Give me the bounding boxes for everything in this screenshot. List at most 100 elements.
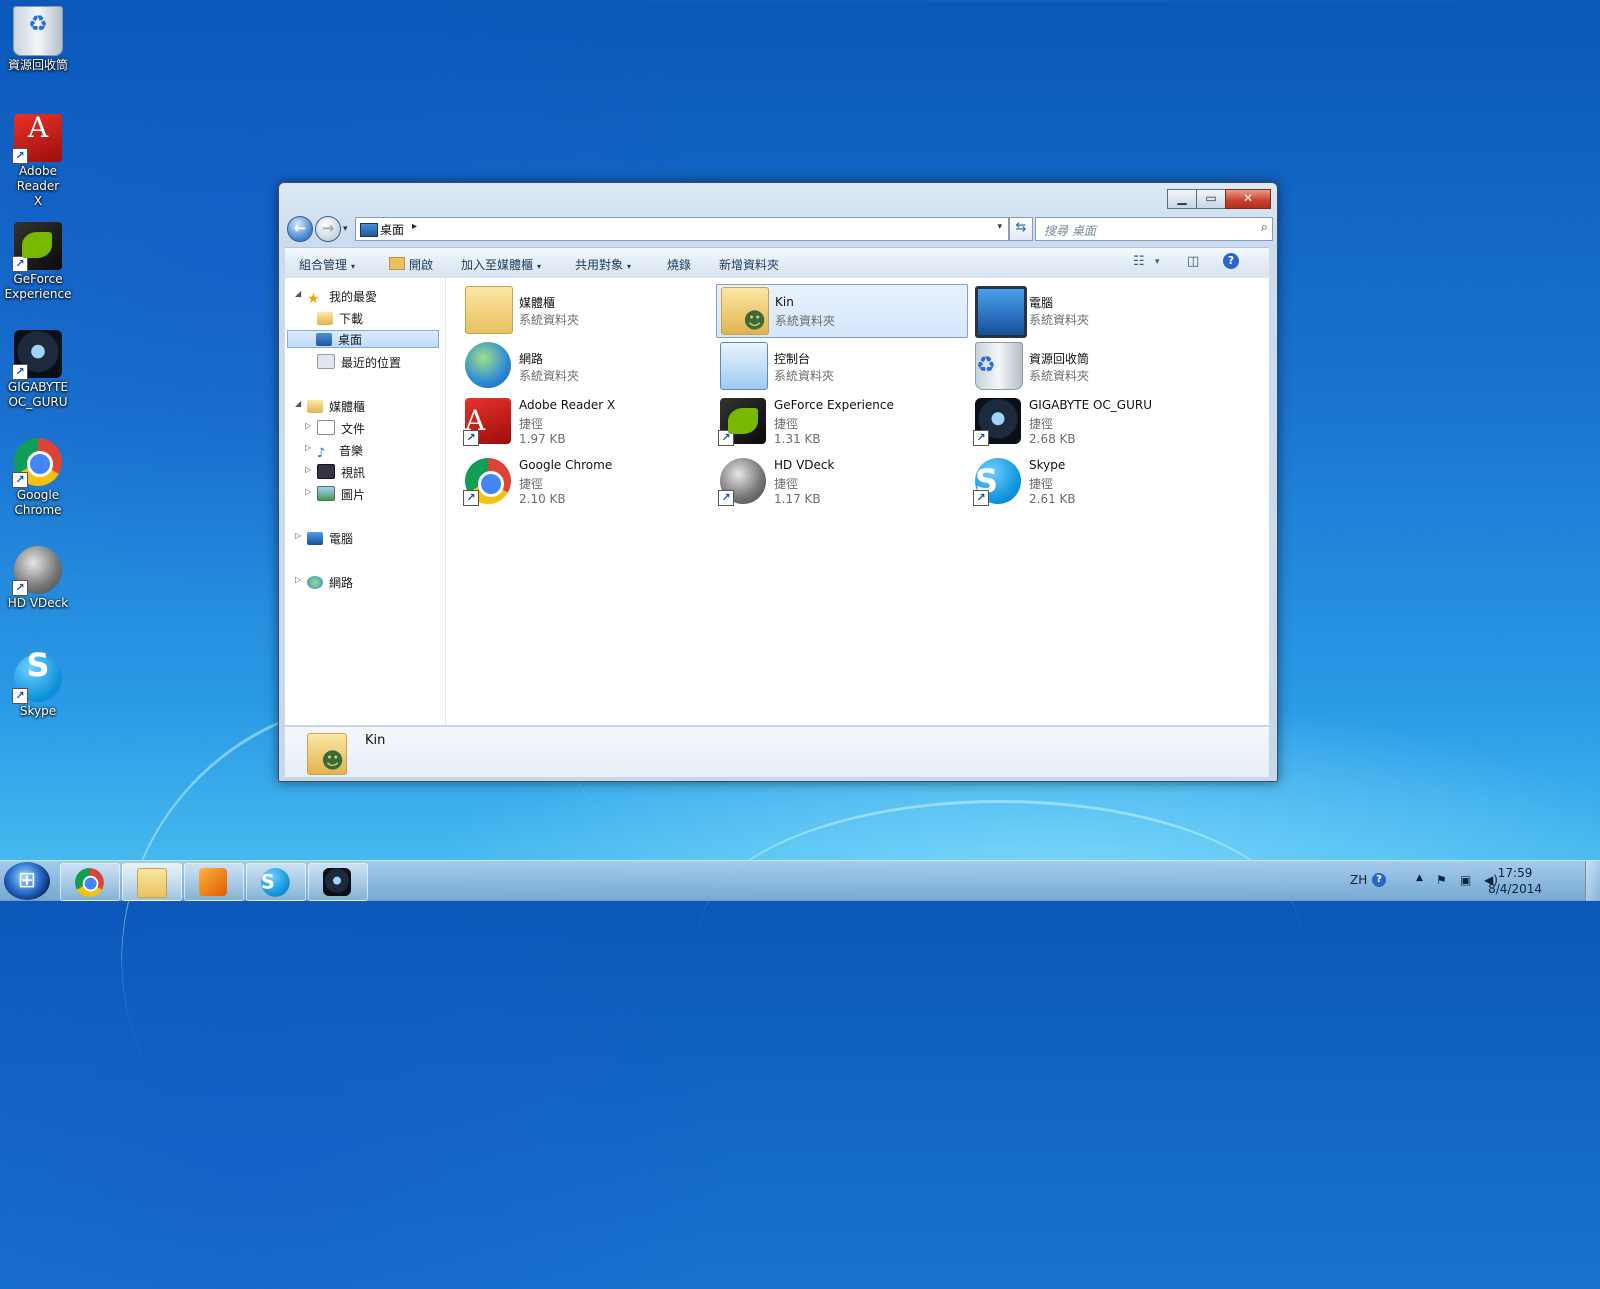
user-folder-icon: [307, 733, 347, 775]
tree-item-downloads[interactable]: 下載: [317, 310, 363, 327]
expanded-arrow-icon[interactable]: ◢: [295, 399, 301, 408]
file-name: Adobe Reader X: [519, 398, 616, 412]
collapsed-arrow-icon[interactable]: ▷: [305, 421, 311, 430]
collapsed-arrow-icon[interactable]: ▷: [305, 443, 311, 452]
file-item-selected[interactable]: Kin 系統資料夾: [716, 284, 968, 338]
file-item[interactable]: ↗ Adobe Reader X 捷徑1.97 KB: [461, 396, 711, 452]
help-icon[interactable]: ?: [1223, 253, 1239, 269]
tree-libraries[interactable]: ◢ 媒體櫃: [295, 398, 365, 415]
clock[interactable]: 17:59 8/4/2014: [1488, 865, 1542, 897]
start-button[interactable]: [4, 862, 50, 900]
action-center-flag-icon[interactable]: ⚑: [1436, 873, 1447, 887]
taskbar: ZH ? ▲ ⚑ ▣ ◀) 17:59 8/4/2014: [0, 860, 1600, 901]
search-input[interactable]: 搜尋 桌面 ⌕: [1035, 217, 1273, 241]
show-desktop-button[interactable]: [1585, 861, 1600, 901]
add-to-library-label: 加入至媒體櫃: [461, 258, 534, 272]
desktop-icon-recycle-bin[interactable]: 資源回收筒: [4, 6, 72, 73]
address-bar[interactable]: 桌面 ▸ ▾: [355, 217, 1009, 241]
tree-favorites[interactable]: ◢ ★ 我的最愛: [295, 288, 377, 307]
close-button[interactable]: ✕: [1225, 189, 1271, 209]
open-button[interactable]: 開啟: [389, 256, 433, 273]
desktop-icon-label: Skype: [19, 704, 57, 718]
taskbar-gigabyte[interactable]: [308, 863, 368, 901]
desktop-icon-label: 資源回收筒: [7, 58, 68, 72]
chrome-icon: [75, 868, 104, 897]
tree-label: 視訊: [341, 466, 366, 480]
file-type: 捷徑: [1029, 417, 1054, 431]
share-with-button[interactable]: 共用對象 ▾: [575, 256, 631, 273]
tree-item-recent-places[interactable]: 最近的位置: [317, 354, 401, 371]
address-breadcrumb[interactable]: 桌面: [380, 221, 404, 238]
downloads-folder-icon: [317, 312, 333, 325]
geforce-icon: ↗: [12, 222, 62, 272]
burn-button[interactable]: 燒錄: [667, 256, 691, 273]
gigabyte-icon: [323, 868, 351, 896]
tree-item-music[interactable]: ▷ ♪ 音樂: [305, 442, 363, 461]
network-status-icon[interactable]: ▣: [1460, 873, 1471, 887]
add-to-library-button[interactable]: 加入至媒體櫃 ▾: [461, 256, 541, 273]
desktop-icon-vdeck[interactable]: ↗ HD VDeck: [4, 546, 72, 611]
back-button[interactable]: ←: [287, 216, 313, 242]
file-item[interactable]: ↗ Google Chrome 捷徑 2.10 KB: [461, 456, 711, 512]
tree-item-desktop[interactable]: 桌面: [287, 330, 439, 348]
new-folder-button[interactable]: 新增資料夾: [719, 256, 779, 273]
desktop-icon-adobe-reader[interactable]: ↗ Adobe Reader X: [4, 114, 72, 209]
taskbar-chrome[interactable]: [60, 863, 120, 901]
language-indicator[interactable]: ZH: [1350, 873, 1367, 887]
file-item[interactable]: ↗ Skype 捷徑2.61 KB: [971, 456, 1221, 512]
file-item[interactable]: 電腦 系統資料夾: [971, 284, 1221, 338]
desktop-icon-chrome[interactable]: ↗ Google Chrome: [4, 438, 72, 518]
navigation-bar: ← → ▾ 桌面 ▸ ▾ ⇆ 搜尋 桌面 ⌕: [285, 215, 1273, 243]
tree-computer[interactable]: ▷ 電腦: [295, 530, 353, 547]
desktop-icon-gigabyte[interactable]: ↗ GIGABYTE OC_GURU: [4, 330, 72, 410]
tree-network[interactable]: ▷ 網路: [295, 574, 353, 591]
refresh-button[interactable]: ⇆: [1009, 217, 1033, 241]
breadcrumb-chevron-icon[interactable]: ▸: [412, 221, 417, 232]
preview-pane-icon[interactable]: ◫: [1187, 254, 1199, 269]
search-icon[interactable]: ⌕: [1261, 220, 1268, 235]
file-item[interactable]: 資源回收筒系統資料夾: [971, 340, 1221, 392]
show-hidden-icons-icon[interactable]: ▲: [1416, 873, 1423, 883]
collapsed-arrow-icon[interactable]: ▷: [305, 465, 311, 474]
collapsed-arrow-icon[interactable]: ▷: [305, 487, 311, 496]
file-name: 資源回收筒: [1029, 352, 1090, 366]
tree-label: 圖片: [341, 488, 366, 502]
collapsed-arrow-icon[interactable]: ▷: [295, 575, 301, 584]
view-dropdown-icon[interactable]: ▾: [1155, 257, 1160, 267]
organize-button[interactable]: 組合管理 ▾: [299, 256, 355, 273]
minimize-button[interactable]: ▁: [1167, 189, 1197, 209]
file-name: 媒體櫃: [519, 296, 556, 310]
maximize-button[interactable]: ▭: [1196, 189, 1226, 209]
tree-item-videos[interactable]: ▷ 視訊: [305, 464, 366, 481]
tree-item-pictures[interactable]: ▷ 圖片: [305, 486, 366, 503]
file-name: GIGABYTE OC_GURU: [1029, 398, 1153, 412]
file-size: 1.97 KB: [519, 432, 566, 446]
shortcut-arrow-icon: ↗: [463, 430, 479, 446]
file-item[interactable]: 網路 系統資料夾: [461, 340, 711, 392]
file-type: 系統資料夾: [519, 313, 580, 327]
collapsed-arrow-icon[interactable]: ▷: [295, 531, 301, 540]
view-options-icon[interactable]: ☷: [1133, 254, 1145, 269]
tree-item-documents[interactable]: ▷ 文件: [305, 420, 365, 437]
expanded-arrow-icon[interactable]: ◢: [295, 289, 301, 298]
file-item[interactable]: 媒體櫃 系統資料夾: [461, 284, 711, 336]
taskbar-skype[interactable]: [246, 863, 306, 901]
command-bar: 組合管理 ▾ 開啟 加入至媒體櫃 ▾ 共用對象 ▾ 燒錄 新增資料夾 ☷ ▾ ◫ ?: [285, 247, 1269, 279]
address-dropdown-icon[interactable]: ▾: [997, 222, 1002, 232]
forward-button[interactable]: →: [315, 216, 341, 242]
file-item[interactable]: ↗ HD VDeck 捷徑 1.17 KB: [716, 456, 966, 512]
file-type: 系統資料夾: [774, 369, 835, 383]
file-item[interactable]: 控制台 系統資料夾: [716, 340, 966, 392]
network-icon: [465, 342, 511, 388]
recent-pages-dropdown[interactable]: ▾: [343, 224, 348, 234]
desktop-icon-label: HD VDeck: [7, 596, 69, 610]
taskbar-explorer[interactable]: [122, 863, 182, 901]
file-item[interactable]: ↗ GeForce Experience 捷徑 1.31 KB: [716, 396, 966, 452]
desktop-icon-geforce[interactable]: ↗ GeForce Experience: [4, 222, 72, 302]
file-item[interactable]: ↗ GIGABYTE OC_GURU 捷徑 2.68 KB: [971, 396, 1221, 452]
skype-icon: ↗: [12, 654, 62, 704]
file-name: Kin: [775, 295, 794, 309]
help-icon[interactable]: ?: [1372, 873, 1386, 887]
taskbar-media-player[interactable]: [184, 863, 244, 901]
desktop-icon-skype[interactable]: ↗ Skype: [4, 654, 72, 719]
